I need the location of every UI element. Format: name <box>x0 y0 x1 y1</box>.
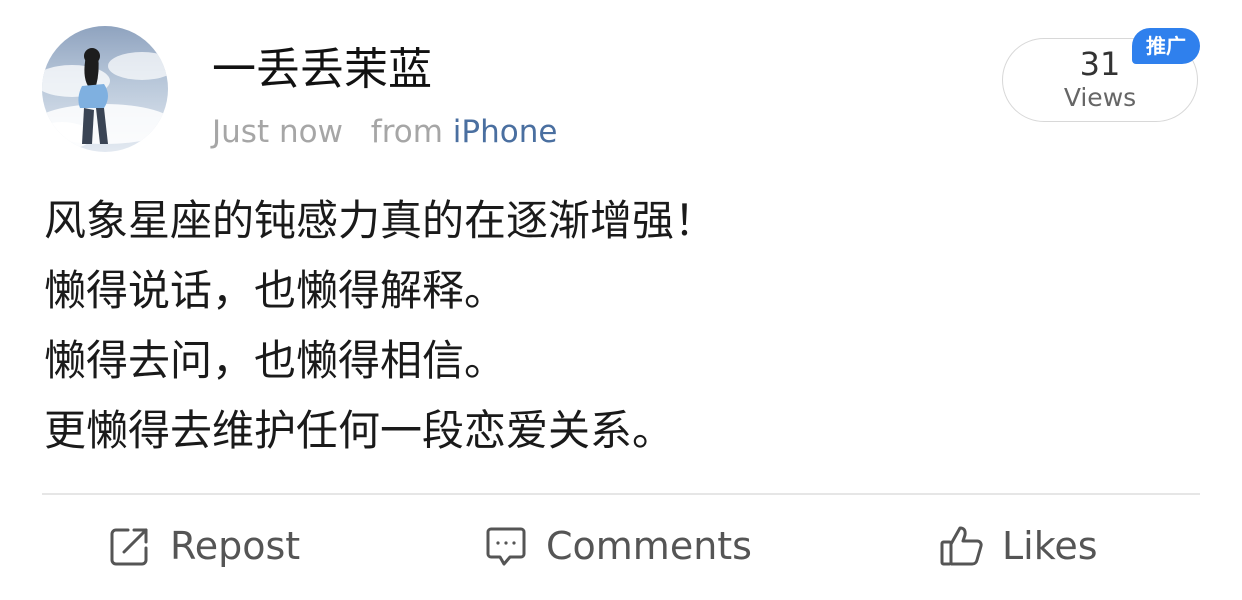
repost-icon <box>106 522 154 570</box>
divider <box>42 493 1200 495</box>
post-line: 风象星座的钝感力真的在逐渐增强！ <box>44 196 717 245</box>
repost-label: Repost <box>170 524 301 568</box>
avatar[interactable] <box>42 26 168 152</box>
avatar-image <box>42 48 168 150</box>
post-line: 懒得去问，也懒得相信。 <box>44 336 507 385</box>
post-body: 风象星座的钝感力真的在逐渐增强！ 懒得说话，也懒得解释。 懒得去问，也懒得相信。… <box>44 186 1194 466</box>
post-source-link[interactable]: iPhone <box>453 114 558 150</box>
post-time: Just now <box>212 114 343 150</box>
repost-button[interactable]: Repost <box>106 516 300 576</box>
post-line: 懒得说话，也懒得解释。 <box>44 266 507 315</box>
from-label: from <box>370 114 443 150</box>
post-line: 更懒得去维护任何一段恋爱关系。 <box>44 406 675 455</box>
comments-label: Comments <box>546 524 752 568</box>
post-meta: Just now from iPhone <box>212 110 557 154</box>
likes-label: Likes <box>1002 524 1098 568</box>
thumbs-up-icon <box>938 522 986 570</box>
likes-button[interactable]: Likes <box>938 516 1098 576</box>
comment-icon <box>482 522 530 570</box>
comments-button[interactable]: Comments <box>482 516 752 576</box>
author-name[interactable]: 一丢丢茉蓝 <box>212 40 432 100</box>
promote-badge[interactable]: 推广 <box>1132 28 1200 64</box>
views-label: Views <box>1063 83 1137 112</box>
